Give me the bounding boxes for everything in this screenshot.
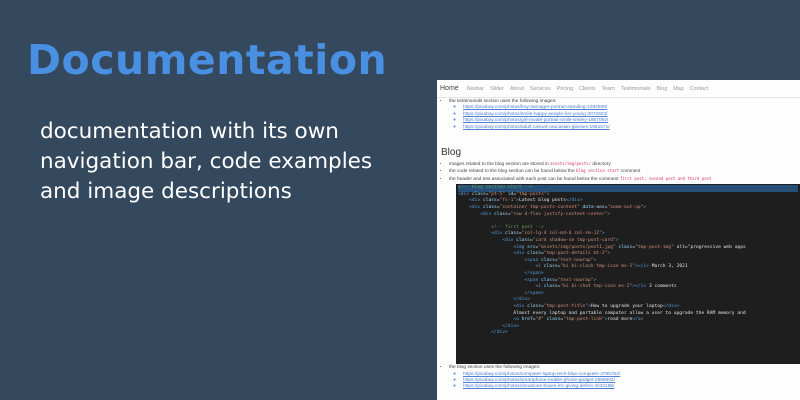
page-description: documentation with its own navigation ba…: [40, 119, 373, 204]
code-line: </div>: [502, 323, 519, 329]
list-item: the header and text associated with each…: [449, 176, 794, 183]
inline-code: blog section start: [575, 168, 620, 174]
nav-pricing[interactable]: Pricing: [557, 86, 573, 92]
nav-navbar[interactable]: Navbar: [467, 86, 484, 92]
nav-map[interactable]: Map: [673, 86, 684, 92]
testimonials-intro: the testimonials section uses the follow…: [449, 99, 557, 104]
image-link[interactable]: https://pixabay.com/photos/adult-casual-…: [463, 125, 794, 131]
nav-home[interactable]: Home: [440, 85, 459, 92]
nav-team[interactable]: Team: [602, 86, 615, 92]
list-item: the blog section uses the following imag…: [449, 365, 794, 391]
blog-images-list: the blog section uses the following imag…: [441, 365, 794, 391]
nav-blog[interactable]: Blog: [656, 86, 667, 92]
image-link[interactable]: https://pixabay.com/photos/donations-box…: [463, 384, 794, 390]
nav-slider[interactable]: Slider: [490, 86, 504, 92]
note-text: directory: [591, 162, 611, 168]
inline-code: assets/img/posts/: [550, 161, 592, 167]
code-line: <div class="tmp-post-title">How to upgra…: [513, 303, 680, 309]
code-line: <a href="#" class="tmp-post-link">read m…: [513, 317, 644, 323]
code-example[interactable]: <!-- blog section start --> <div class="p…: [456, 184, 800, 365]
code-line: <div class="container tmp-posts-content"…: [469, 205, 647, 211]
nav-clients[interactable]: Clients: [579, 86, 595, 92]
note-text: the code related to the blog section can…: [449, 169, 576, 175]
code-line: <div class="tmp-post-details mt-2">: [513, 251, 611, 257]
note-text: images related to the blog section are s…: [449, 162, 551, 168]
code-line: <div class="col-lg-4 col-md-6 col-sm-12"…: [491, 231, 605, 237]
blog-section-title: Blog: [441, 147, 462, 159]
code-line: <div class="row d-flex justify-content-c…: [480, 211, 611, 217]
testimonials-list: the testimonials section uses the follow…: [441, 99, 794, 131]
code-line: </div>: [513, 297, 530, 303]
page-title: Documentation: [27, 36, 388, 84]
doc-content: the testimonials section uses the follow…: [437, 98, 800, 391]
images-intro: the blog section uses the following imag…: [449, 365, 541, 371]
list-item: the code related to the blog section can…: [449, 168, 794, 175]
nav-about[interactable]: About: [510, 86, 524, 92]
nav-services[interactable]: Services: [530, 86, 551, 92]
code-line: <div class="card shadow-sm tmp-post-card…: [502, 238, 619, 243]
list-item: the testimonials section uses the follow…: [449, 99, 794, 131]
inline-code: first post, second post and third post: [619, 175, 712, 181]
code-line: <i class="bi bi-chat tmp-icon ms-2"></i>…: [535, 284, 677, 290]
nav-testimonials[interactable]: Testimonials: [621, 86, 651, 92]
code-line: </div>: [491, 330, 508, 336]
note-text: comment: [619, 169, 641, 175]
code-line: <i class="bi bi-clock tmp-icon ms-2"></i…: [535, 264, 688, 270]
doc-navbar: Home Navbar Slider About Services Pricin…: [437, 80, 800, 98]
documentation-screenshot: Home Navbar Slider About Services Pricin…: [437, 80, 800, 400]
code-line: </span>: [524, 270, 544, 276]
blog-notes-list: images related to the blog section are s…: [441, 161, 794, 183]
code-line: <!-- blog section start -->: [458, 185, 798, 192]
nav-contact[interactable]: Contact: [690, 86, 709, 92]
list-item: images related to the blog section are s…: [449, 161, 794, 168]
note-text: the header and text associated with each…: [449, 176, 620, 182]
